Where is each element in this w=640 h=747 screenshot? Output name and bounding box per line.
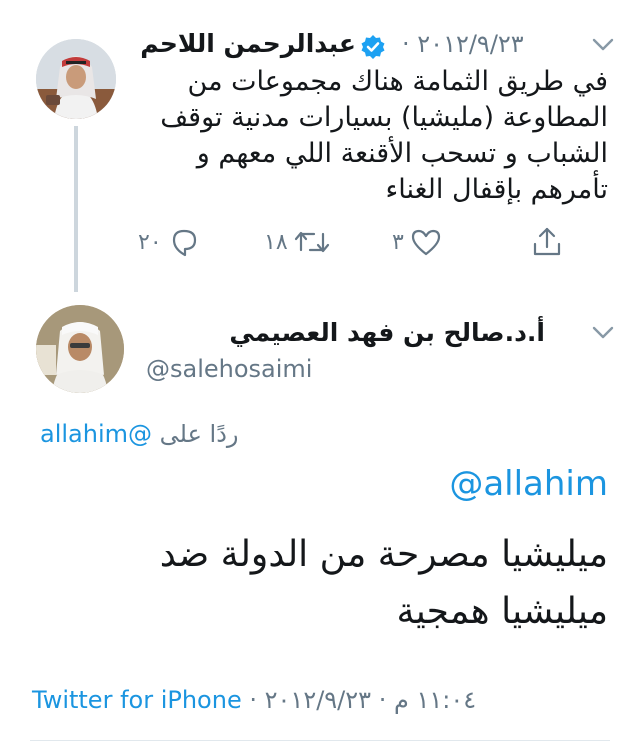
tweet-text: ميليشيا مصرحة من الدولة ضد ميليشيا همجية bbox=[159, 534, 608, 632]
like-count: ٣ bbox=[392, 229, 404, 255]
main-avatar[interactable] bbox=[36, 305, 124, 393]
tweet-text: في طريق الثمامة هناك مجموعات من المطاوعة… bbox=[160, 66, 608, 205]
reply-count: ٢٠ bbox=[138, 229, 162, 255]
retweet-count: ١٨ bbox=[264, 229, 288, 255]
replying-to-line: ردًا على @allahim bbox=[40, 420, 239, 448]
parent-avatar[interactable] bbox=[36, 39, 116, 119]
like-button[interactable]: ٣ bbox=[392, 222, 442, 262]
tweet-time[interactable]: ١١:٠٤ م bbox=[394, 686, 476, 714]
replying-to-link[interactable]: @allahim bbox=[40, 420, 152, 448]
author-handle[interactable]: @salehosaimi bbox=[146, 355, 312, 383]
verified-badge-icon bbox=[360, 34, 386, 64]
footer-separator: · bbox=[378, 686, 387, 714]
heart-icon bbox=[410, 227, 442, 257]
footer-separator: · bbox=[249, 686, 257, 714]
share-icon bbox=[532, 226, 562, 258]
meta-separator: · bbox=[402, 30, 410, 58]
tweet-footer: ١١:٠٤ م · ٢٠١٢/٩/٢٣ · Twitter for iPhone bbox=[32, 686, 476, 714]
divider bbox=[30, 740, 610, 741]
tweet-date[interactable]: ٢٠١٢/٩/٢٣ bbox=[265, 686, 371, 714]
author-display-name[interactable]: عبدالرحمن اللاحم bbox=[140, 29, 356, 58]
tweet-date: ٢٠١٢/٩/٢٣ bbox=[417, 30, 524, 58]
chevron-down-icon[interactable] bbox=[592, 38, 614, 52]
tweet-source-link[interactable]: Twitter for iPhone bbox=[32, 686, 242, 714]
tweet-mention-link[interactable]: @allahim bbox=[449, 464, 608, 504]
reply-icon bbox=[168, 227, 200, 257]
tweet-timestamp[interactable]: ٢٠١٢/٩/٢٣ · bbox=[402, 30, 524, 58]
retweet-button[interactable]: ١٨ bbox=[264, 222, 330, 262]
share-button[interactable] bbox=[532, 222, 562, 262]
reply-button[interactable]: ٢٠ bbox=[138, 222, 200, 262]
retweet-icon bbox=[294, 228, 330, 256]
replying-to-prefix: ردًا على bbox=[159, 420, 239, 448]
chevron-down-icon[interactable] bbox=[592, 326, 614, 340]
thread-connector-line bbox=[74, 126, 78, 292]
author-display-name[interactable]: أ.د.صالح بن فهد العصيمي bbox=[229, 318, 545, 347]
